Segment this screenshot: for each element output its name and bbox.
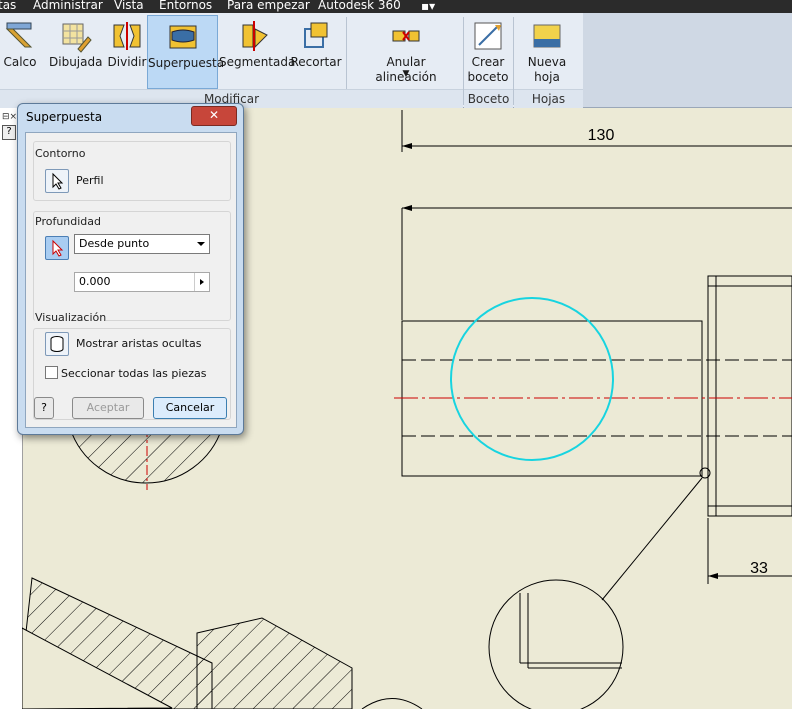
visualizacion-title: Visualización (35, 311, 107, 324)
dimension-130-text: 130 (588, 127, 615, 144)
profundidad-mode-value: Desde punto (79, 237, 150, 250)
group-label-hojas: Hojas (514, 89, 583, 108)
profundidad-value: 0.000 (79, 275, 111, 288)
profundidad-pick-button[interactable] (45, 236, 69, 260)
dimension-line-2[interactable] (401, 205, 792, 320)
shaft-body[interactable] (401, 275, 792, 517)
profile-circle[interactable] (450, 297, 614, 461)
dimension-33-text: 33 (750, 560, 768, 577)
profundidad-value-input[interactable]: 0.000 (74, 272, 210, 292)
arrow-right-icon[interactable] (194, 273, 209, 291)
menu-item-para-empezar[interactable]: Para empezar (227, 0, 310, 11)
dialog-title: Superpuesta (26, 110, 103, 124)
recortar-button[interactable]: Recortar (290, 15, 342, 89)
dibujada-icon (62, 23, 92, 53)
crear-boceto-icon (474, 22, 502, 50)
recortar-icon (304, 22, 328, 48)
cylinder-icon (50, 336, 64, 352)
profundidad-title: Profundidad (35, 215, 102, 228)
crear-boceto-button[interactable]: Crear boceto (466, 15, 510, 89)
boceto-label: boceto (467, 70, 509, 84)
group-label-boceto: Boceto (464, 89, 513, 108)
dimension-130[interactable]: 130 (401, 110, 792, 152)
menu-item-administrar[interactable]: Administrar (33, 0, 103, 11)
pin-icon[interactable]: ⊟× (2, 112, 17, 122)
seccionar-todas-label: Seccionar todas las piezas (61, 367, 207, 380)
menu-item-vista[interactable]: Vista (114, 0, 144, 11)
recortar-label: Recortar (290, 55, 342, 69)
anular-alineacion-button[interactable]: Anular alineación ▼ (355, 15, 457, 89)
menu-bar: tas Administrar Vista Entornos Para empe… (0, 0, 792, 13)
cursor-arrow-icon (52, 239, 64, 257)
perfil-label: Perfil (76, 174, 104, 187)
superpuesta-button[interactable]: Superpuesta (147, 15, 225, 89)
help-icon[interactable]: ? (2, 125, 16, 140)
superpuesta-dialog: Superpuesta ✕ Contorno Perfil Profundida… (17, 103, 244, 435)
cancelar-button[interactable]: Cancelar (153, 397, 227, 419)
nueva-hoja-icon (533, 24, 561, 48)
detail-view[interactable] (488, 579, 624, 709)
dibujada-button[interactable]: Dibujada (49, 15, 103, 89)
anular-alineacion-icon (392, 30, 420, 42)
profundidad-mode-select[interactable]: Desde punto (74, 234, 210, 254)
segmentada-icon (242, 21, 268, 51)
nueva-hoja-button[interactable]: Nueva hoja (514, 15, 580, 89)
chevron-down-icon[interactable]: ▼ (355, 69, 457, 79)
detail-leader (601, 477, 703, 601)
menu-item-herramientas[interactable]: tas (0, 0, 16, 11)
dividir-button[interactable]: Dividir (106, 15, 148, 89)
ribbon: Calco Dibujada Dividir Superpuesta Segme… (0, 13, 792, 108)
calco-icon (5, 22, 33, 48)
menu-item-autodesk-360[interactable]: Autodesk 360 (318, 0, 401, 11)
nueva-hoja-label: Nueva hoja (527, 55, 567, 84)
seccionar-todas-checkbox[interactable] (45, 366, 58, 379)
mostrar-aristas-label: Mostrar aristas ocultas (76, 337, 202, 350)
mostrar-aristas-toggle[interactable] (45, 332, 69, 356)
menu-item-entornos[interactable]: Entornos (159, 0, 212, 11)
segmentada-button[interactable]: Segmentada (219, 15, 296, 89)
dialog-body: Contorno Perfil Profundidad Desde punto … (25, 132, 237, 428)
ribbon-empty-area (583, 13, 792, 107)
crear-label: Crear (471, 55, 505, 69)
segmentada-label: Segmentada (219, 55, 296, 69)
close-button[interactable]: ✕ (191, 106, 237, 126)
calco-button[interactable]: Calco (0, 15, 40, 89)
chevron-down-icon (197, 242, 205, 246)
aceptar-button[interactable]: Aceptar (72, 397, 144, 419)
dividir-label: Dividir (107, 55, 147, 69)
contorno-title: Contorno (35, 147, 86, 160)
dividir-icon (113, 22, 141, 50)
cursor-arrow-icon (52, 172, 64, 190)
dibujada-label: Dibujada (49, 55, 103, 69)
calco-label: Calco (3, 55, 37, 69)
perfil-pick-button[interactable] (45, 169, 69, 193)
dimension-33[interactable]: 33 (707, 518, 792, 584)
isometric-part[interactable] (22, 577, 423, 709)
help-button[interactable]: ? (34, 397, 54, 419)
camera-dropdown-icon[interactable]: ▪▾ (421, 0, 435, 12)
superpuesta-icon (169, 25, 196, 49)
superpuesta-label: Superpuesta (148, 56, 225, 70)
